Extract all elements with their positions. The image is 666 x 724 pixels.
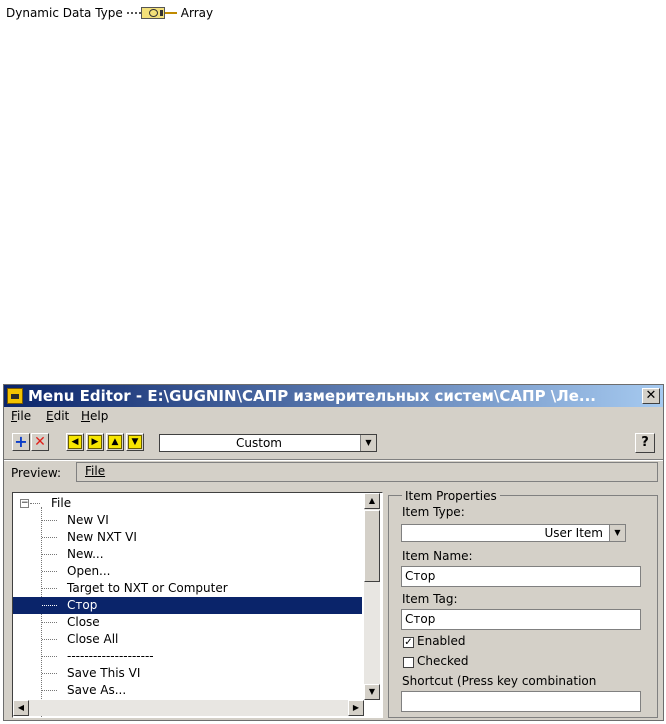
enabled-checkbox[interactable]: ✓ bbox=[403, 637, 414, 648]
tree-item-selected[interactable]: Стор bbox=[13, 597, 362, 614]
tree-item-label: Close bbox=[67, 615, 100, 629]
item-tag-input[interactable]: Стор bbox=[401, 609, 641, 630]
tree-item[interactable]: -------------------- bbox=[13, 648, 362, 665]
menu-bar: File Edit Help bbox=[4, 407, 663, 427]
insert-item-button[interactable]: + bbox=[12, 433, 30, 451]
item-tag-label: Item Tag: bbox=[402, 592, 458, 606]
convert-from-dynamic-data-icon[interactable] bbox=[140, 7, 165, 19]
enabled-label: Enabled bbox=[417, 634, 466, 648]
tree-item-label: Стор bbox=[67, 598, 98, 612]
tree-horizontal-scrollbar[interactable]: ◀ ▶ bbox=[13, 700, 364, 716]
plus-icon: + bbox=[14, 432, 28, 451]
title-bar[interactable]: Menu Editor - E:\GUGNIN\САПР измерительн… bbox=[4, 385, 663, 407]
toolbar-divider bbox=[4, 459, 663, 461]
item-type-select[interactable]: User Item ▼ bbox=[401, 524, 626, 542]
scroll-left-icon[interactable]: ◀ bbox=[13, 700, 29, 716]
chevron-down-icon[interactable]: ▼ bbox=[609, 525, 625, 541]
tree-root-label: File bbox=[51, 496, 72, 510]
menu-preview: File bbox=[76, 462, 658, 482]
labview-icon bbox=[7, 388, 23, 404]
tree-item[interactable]: Save As... bbox=[13, 682, 362, 699]
item-type-label: Item Type: bbox=[402, 505, 465, 519]
tree-item[interactable]: Close bbox=[13, 614, 362, 631]
item-properties-title: Item Properties bbox=[402, 489, 500, 503]
tree-item-label: Open... bbox=[67, 564, 111, 578]
move-down-button[interactable]: ▼ bbox=[126, 433, 144, 451]
menu-type-value: Custom bbox=[236, 436, 282, 450]
tree-item[interactable]: Save This VI bbox=[13, 665, 362, 682]
dynamic-data-wire bbox=[126, 12, 141, 14]
close-button[interactable]: ✕ bbox=[642, 388, 660, 404]
move-right-button[interactable]: ▶ bbox=[86, 433, 104, 451]
tree-vertical-scrollbar[interactable]: ▲ ▼ bbox=[364, 493, 380, 700]
tree-item[interactable]: New NXT VI bbox=[13, 529, 362, 546]
preview-menu-file[interactable]: File bbox=[85, 464, 105, 478]
tree-root[interactable]: − File bbox=[13, 495, 362, 512]
move-left-button[interactable]: ◀ bbox=[66, 433, 84, 451]
tree-item-label: Save As... bbox=[67, 683, 127, 697]
menu-items-tree[interactable]: − File New VI New NXT VI New... Open... … bbox=[12, 492, 383, 718]
menu-help[interactable]: Help bbox=[81, 409, 108, 423]
delete-item-button[interactable]: ✕ bbox=[31, 433, 49, 451]
item-name-input[interactable]: Стор bbox=[401, 566, 641, 587]
array-wire bbox=[164, 12, 177, 14]
tree-item[interactable]: Close All bbox=[13, 631, 362, 648]
menu-edit[interactable]: Edit bbox=[46, 409, 69, 423]
preview-label: Preview: bbox=[11, 466, 62, 480]
tree-item-label: Close All bbox=[67, 632, 119, 646]
menu-editor-window: Menu Editor - E:\GUGNIN\САПР измерительн… bbox=[3, 384, 664, 721]
item-type-value: User Item bbox=[544, 526, 603, 540]
scroll-thumb[interactable] bbox=[364, 510, 380, 582]
move-up-button[interactable]: ▲ bbox=[106, 433, 124, 451]
scroll-up-icon[interactable]: ▲ bbox=[364, 493, 380, 509]
item-name-label: Item Name: bbox=[402, 549, 473, 563]
scroll-down-icon[interactable]: ▼ bbox=[364, 684, 380, 700]
tree-item-label: Save This VI bbox=[67, 666, 141, 680]
tree-item[interactable]: New... bbox=[13, 546, 362, 563]
menu-type-select[interactable]: Custom ▼ bbox=[159, 434, 377, 452]
arrow-right-icon: ▶ bbox=[88, 435, 102, 449]
shortcut-label: Shortcut (Press key combination bbox=[402, 674, 597, 688]
input-label: Dynamic Data Type bbox=[6, 6, 123, 20]
shortcut-input[interactable] bbox=[401, 691, 641, 712]
window-title: Menu Editor - E:\GUGNIN\САПР измерительн… bbox=[28, 387, 596, 405]
arrow-left-icon: ◀ bbox=[68, 435, 82, 449]
x-icon: ✕ bbox=[34, 434, 46, 450]
tree-item-label: New... bbox=[67, 547, 104, 561]
tree-item-label: New VI bbox=[67, 513, 109, 527]
tree-item[interactable]: New VI bbox=[13, 512, 362, 529]
checked-label: Checked bbox=[417, 654, 469, 668]
arrow-up-icon: ▲ bbox=[108, 435, 122, 449]
tree-item-label: Target to NXT or Computer bbox=[67, 581, 228, 595]
arrow-down-icon: ▼ bbox=[128, 435, 142, 449]
scroll-right-icon[interactable]: ▶ bbox=[348, 700, 364, 716]
menu-file[interactable]: File bbox=[11, 409, 31, 423]
output-label: Array bbox=[180, 6, 214, 20]
block-diagram-fragment: Dynamic Data Type Array bbox=[6, 5, 213, 21]
tree-item[interactable]: Target to NXT or Computer bbox=[13, 580, 362, 597]
help-button[interactable]: ? bbox=[635, 433, 655, 453]
collapse-icon[interactable]: − bbox=[20, 499, 29, 508]
chevron-down-icon[interactable]: ▼ bbox=[360, 435, 376, 451]
tree-item[interactable]: Open... bbox=[13, 563, 362, 580]
tree-item-label: New NXT VI bbox=[67, 530, 137, 544]
tree-item-label: -------------------- bbox=[67, 649, 154, 663]
checked-checkbox[interactable] bbox=[403, 657, 414, 668]
